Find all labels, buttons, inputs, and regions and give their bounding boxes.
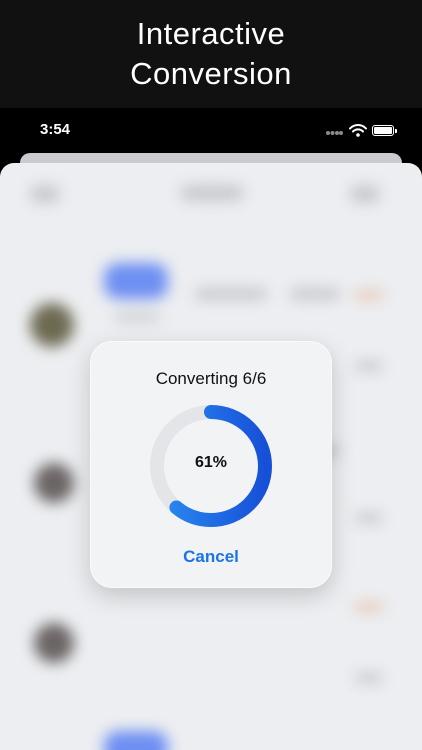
promo-title: Interactive Conversion (0, 14, 422, 94)
battery-icon (372, 125, 397, 136)
cancel-button[interactable]: Cancel (161, 544, 261, 570)
progress-percent: 61% (194, 454, 228, 471)
dialog-title: Converting 6/6 (155, 369, 267, 388)
conversion-dialog: Converting 6/6 61% Cancel (90, 341, 332, 588)
signal-icon (326, 131, 343, 135)
status-time: 3:54 (40, 121, 71, 138)
status-bar: 3:54 (0, 108, 422, 152)
promo-title-line2: Conversion (130, 56, 292, 91)
promo-title-line1: Interactive (136, 16, 286, 51)
wifi-icon (349, 124, 367, 137)
